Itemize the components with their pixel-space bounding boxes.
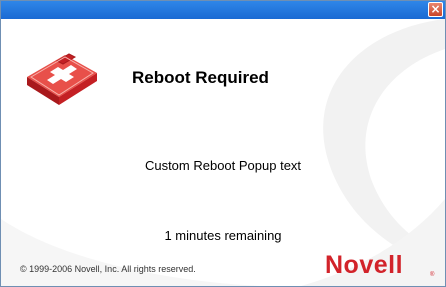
title-bar[interactable]: × [1,1,445,19]
dialog-body: Reboot Required Custom Reboot Popup text… [1,19,445,286]
dialog-heading: Reboot Required [132,68,269,87]
first-aid-kit-icon [27,53,97,105]
countdown-text: 1 minutes remaining [164,228,282,243]
close-icon: × [430,2,441,16]
reboot-dialog-window: × Reboot Required Custom Reboot Popup te… [0,0,446,287]
registered-mark: ® [430,272,435,278]
novell-logo: Novell [325,251,404,279]
close-button[interactable]: × [428,2,443,17]
dialog-message: Custom Reboot Popup text [144,158,302,173]
copyright-notice: © 1999-2006 Novell, Inc. All rights rese… [20,264,196,274]
